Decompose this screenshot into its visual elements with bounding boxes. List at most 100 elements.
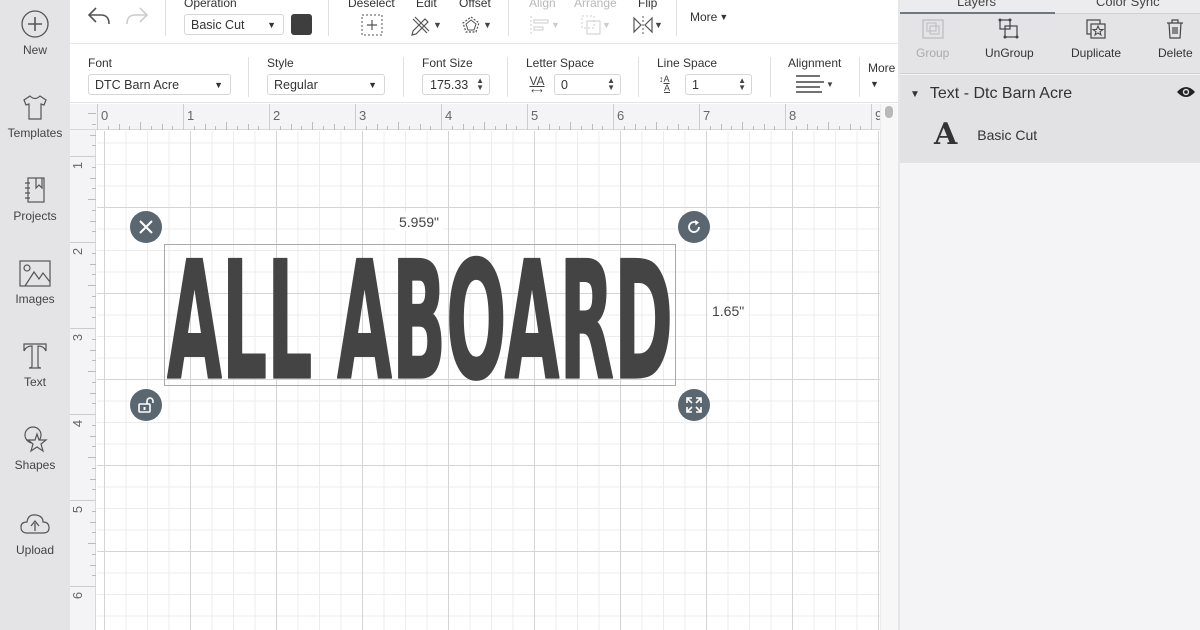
ruler-minor-tick — [430, 126, 432, 130]
ruler-minor-tick — [90, 435, 96, 437]
design-text[interactable]: ALL ABOARD — [164, 236, 676, 396]
arrange-button[interactable]: ▼ — [580, 14, 611, 36]
layer-item-label: Basic Cut — [977, 127, 1038, 143]
ruler-minor-tick — [92, 532, 96, 534]
ruler-minor-tick — [451, 126, 453, 130]
sidebar-item-templates[interactable]: Templates — [0, 92, 70, 140]
ruler-minor-tick — [537, 126, 539, 130]
layer-group-row[interactable]: ▼ Text - Dtc Barn Acre — [910, 83, 1196, 105]
ruler-minor-tick — [150, 126, 152, 130]
ruler-minor-tick — [236, 126, 238, 130]
ruler-minor-tick — [860, 126, 862, 130]
line-space-input[interactable]: 1 ▲ ▼ — [685, 74, 752, 95]
style-select[interactable]: Regular ▼ — [267, 74, 385, 95]
tab-color-sync[interactable]: Color Sync — [1096, 0, 1160, 9]
redo-icon — [126, 7, 149, 25]
scrollbar-thumb[interactable] — [885, 106, 893, 118]
ruler-minor-tick — [817, 126, 819, 130]
ruler-minor-tick — [806, 124, 808, 130]
font-value: DTC Barn Acre — [95, 78, 180, 92]
rotate-handle[interactable] — [678, 211, 710, 243]
group-button[interactable]: Group — [916, 18, 949, 60]
ruler-major-tick — [871, 104, 872, 130]
sidebar-label: Projects — [13, 209, 57, 223]
flip-button[interactable]: ▼ — [632, 14, 663, 36]
more-button[interactable]: More ▼ — [690, 10, 728, 24]
ruler-minor-tick — [92, 381, 96, 383]
chevron-down-icon: ▼ — [433, 20, 442, 30]
ruler-major-tick — [699, 104, 700, 130]
sidebar-item-upload[interactable]: Upload — [0, 509, 70, 557]
ruler-major-tick — [785, 104, 786, 130]
ruler-minor-tick — [548, 124, 550, 130]
chevron-down-icon[interactable]: ▼ — [870, 79, 879, 89]
ruler-minor-tick — [92, 252, 96, 254]
collapse-caret-icon[interactable]: ▼ — [910, 89, 920, 100]
ruler-major-tick — [70, 328, 96, 329]
ruler-minor-tick — [720, 124, 722, 130]
undo-button[interactable] — [86, 5, 112, 27]
duplicate-button[interactable]: Duplicate — [1071, 18, 1121, 60]
ruler-minor-tick — [90, 263, 96, 265]
ungroup-button[interactable]: UnGroup — [985, 18, 1034, 60]
shapes-icon — [24, 426, 48, 453]
ruler-minor-tick — [88, 199, 96, 200]
visibility-eye-icon[interactable] — [1176, 85, 1196, 104]
operation-label: Operation — [184, 0, 237, 10]
ruler-minor-tick — [634, 124, 636, 130]
ruler-minor-tick — [290, 124, 292, 130]
ruler-minor-tick — [90, 521, 96, 523]
ruler-minor-tick — [408, 126, 410, 130]
ruler-number: 5 — [70, 505, 86, 514]
font-size-input[interactable]: 175.33 ▲ ▼ — [422, 74, 490, 95]
sidebar-item-text[interactable]: Text — [0, 341, 70, 389]
sidebar-item-projects[interactable]: Projects — [0, 175, 70, 223]
stepper-icon[interactable]: ▲ ▼ — [607, 77, 615, 92]
ruler-minor-tick — [92, 317, 96, 319]
lock-handle[interactable] — [130, 389, 162, 421]
ruler-minor-tick — [107, 126, 109, 130]
font-select[interactable]: DTC Barn Acre ▼ — [88, 74, 231, 95]
tab-layers[interactable]: Layers — [957, 0, 996, 9]
ruler-minor-tick — [645, 126, 647, 130]
undo-icon — [87, 7, 110, 25]
vertical-scrollbar[interactable] — [880, 104, 898, 630]
alignment-button[interactable]: ▼ — [796, 74, 834, 94]
redo-button[interactable] — [124, 5, 150, 27]
layer-item[interactable]: A Basic Cut — [934, 117, 1194, 153]
ruler-minor-tick — [118, 124, 120, 130]
resize-handle[interactable] — [678, 389, 710, 421]
stepper-icon[interactable]: ▲ ▼ — [738, 77, 746, 92]
operation-select[interactable]: Basic Cut ▼ — [184, 14, 284, 35]
offset-icon — [462, 16, 480, 33]
sidebar-item-shapes[interactable]: Shapes — [0, 424, 70, 472]
ruler-minor-tick — [88, 457, 96, 458]
letter-space-input[interactable]: 0 ▲ ▼ — [554, 74, 621, 95]
ruler-minor-tick — [92, 209, 96, 211]
sidebar-item-images[interactable]: Images — [0, 258, 70, 306]
style-label: Style — [267, 56, 294, 70]
ruler-minor-tick — [462, 124, 464, 130]
delete-button[interactable]: Delete — [1158, 18, 1193, 60]
edit-button[interactable]: ▼ — [410, 14, 442, 36]
more-label[interactable]: More — [868, 61, 895, 75]
deselect-icon — [361, 14, 383, 36]
delete-handle[interactable] — [130, 211, 162, 243]
ruler-minor-tick — [838, 126, 840, 130]
deselect-button[interactable] — [361, 14, 383, 36]
edit-label: Edit — [416, 0, 437, 10]
ruler-minor-tick — [398, 122, 399, 130]
sidebar-item-new[interactable]: New — [0, 9, 70, 57]
ruler-major-tick — [355, 104, 356, 130]
svg-text:ALL ABOARD: ALL ABOARD — [167, 236, 673, 396]
ruler-minor-tick — [92, 338, 96, 340]
line-space-label: Line Space — [657, 56, 718, 70]
stepper-icon[interactable]: ▲ ▼ — [476, 77, 484, 92]
color-swatch[interactable] — [291, 14, 312, 35]
offset-button[interactable]: ▼ — [460, 14, 492, 36]
offset-label: Offset — [459, 0, 491, 10]
image-icon — [19, 260, 51, 287]
ruler-minor-tick — [90, 392, 96, 394]
align-button[interactable]: ▼ — [529, 14, 560, 36]
ruler-minor-tick — [204, 124, 206, 130]
